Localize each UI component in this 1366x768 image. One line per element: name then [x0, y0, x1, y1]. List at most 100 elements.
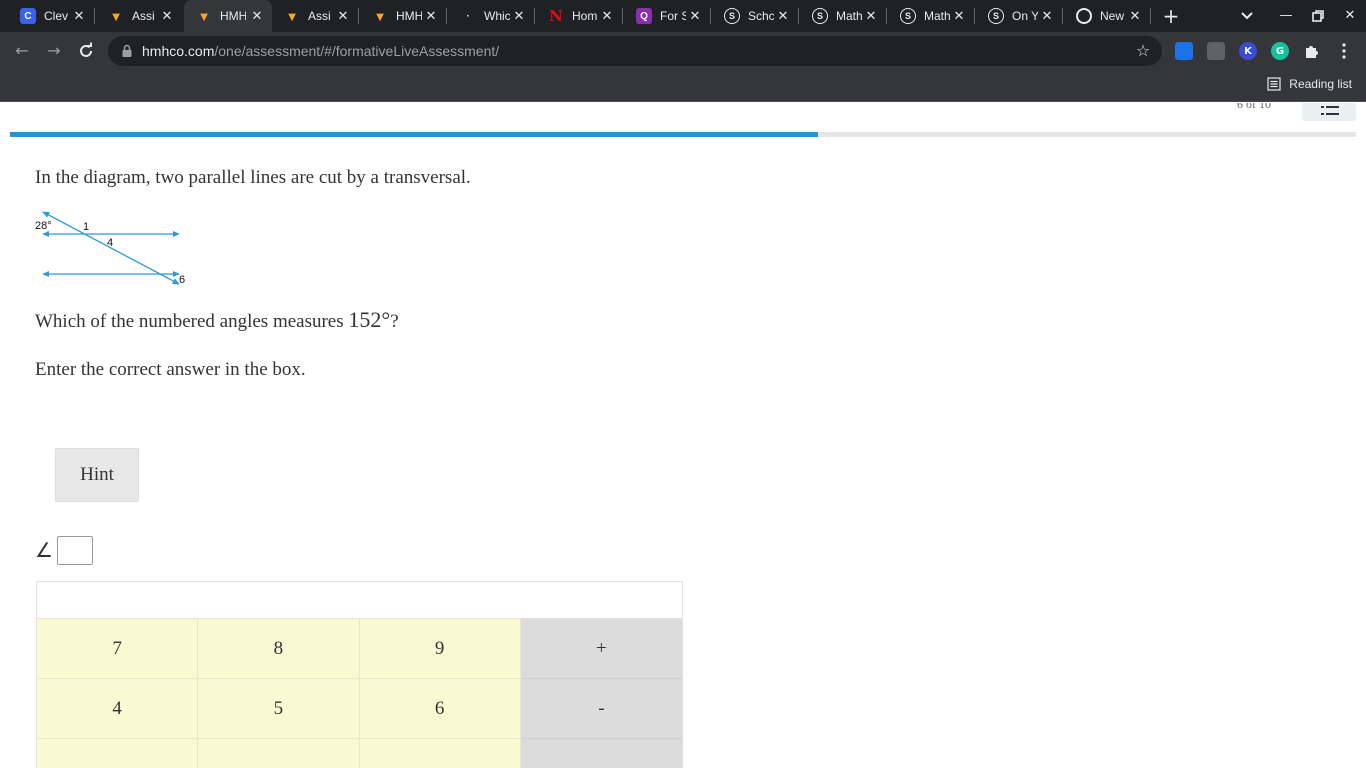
keypad-key[interactable]: 6: [359, 679, 521, 739]
tab-close-icon[interactable]: ✕: [776, 9, 790, 23]
instruction-text: Enter the correct answer in the box.: [35, 359, 306, 380]
hmh-icon: ▼: [285, 8, 299, 24]
reading-list-icon: [1267, 77, 1281, 91]
tab-search-chevron-icon[interactable]: [1238, 8, 1256, 24]
answer-row: ∠: [35, 535, 93, 565]
keypad-key[interactable]: 8: [198, 619, 360, 679]
tab-separator: [1062, 8, 1063, 24]
minimize-window-icon[interactable]: —: [1278, 8, 1294, 24]
printer-extension-icon[interactable]: [1207, 42, 1225, 60]
generic-page-icon: ·: [466, 10, 470, 22]
address-bar[interactable]: hmhco.com/one/assessment/#/formativeLive…: [108, 36, 1162, 66]
tab-title: Whic: [484, 9, 510, 23]
keypad-key[interactable]: 7: [37, 619, 199, 679]
parallel-lines-diagram: 28° 1 4 6: [35, 211, 185, 286]
close-window-icon[interactable]: ✕: [1342, 8, 1358, 24]
hint-button[interactable]: Hint: [55, 448, 139, 502]
angle-symbol: ∠: [35, 538, 53, 562]
tab-title: Assi: [132, 9, 155, 23]
extensions-puzzle-icon[interactable]: [1303, 42, 1321, 60]
bookmark-star-icon[interactable]: ☆: [1134, 42, 1152, 60]
quizlet-icon: Q: [636, 8, 652, 24]
chrome-icon: [1076, 8, 1092, 24]
tab-title: Math: [924, 9, 950, 23]
tab-close-icon[interactable]: ✕: [424, 9, 438, 23]
tab-close-icon[interactable]: ✕: [160, 9, 174, 23]
question-text: Which of the numbered angles measures 15…: [35, 307, 399, 332]
tab-close-icon[interactable]: ✕: [336, 9, 350, 23]
tab-close-icon[interactable]: ✕: [1040, 9, 1054, 23]
tab-close-icon[interactable]: ✕: [1128, 9, 1142, 23]
keypad-key[interactable]: -: [520, 679, 682, 739]
hmh-icon: ▼: [197, 8, 211, 24]
tab-close-icon[interactable]: ✕: [72, 9, 86, 23]
keypad-key[interactable]: +: [520, 619, 682, 679]
keypad-key[interactable]: [37, 739, 199, 768]
assessment-page: 6 of 10 In the diagram, two parallel lin…: [0, 103, 1366, 768]
s-circle-icon: S: [724, 8, 740, 24]
url-text[interactable]: hmhco.com/one/assessment/#/formativeLive…: [142, 43, 499, 59]
keypad-key[interactable]: 4: [37, 679, 199, 739]
back-arrow-icon[interactable]: ←: [12, 41, 32, 61]
grammarly-extension-icon[interactable]: G: [1271, 42, 1289, 60]
question-counter: 6 of 10: [1237, 103, 1271, 111]
tab-close-icon[interactable]: ✕: [600, 9, 614, 23]
tab-title: For S: [660, 9, 686, 23]
keypad-key[interactable]: [198, 739, 360, 768]
s-circle-icon: S: [900, 8, 916, 24]
tab-separator: [710, 8, 711, 24]
reading-list-button[interactable]: Reading list: [1267, 77, 1352, 91]
question-list-icon: [1321, 106, 1339, 115]
tab-close-icon[interactable]: ✕: [864, 9, 878, 23]
k-extension-icon[interactable]: K: [1239, 42, 1257, 60]
browser-tab[interactable]: Q For S ✕: [624, 0, 711, 32]
browser-tab[interactable]: S Math ✕: [800, 0, 887, 32]
tab-close-icon[interactable]: ✕: [688, 9, 702, 23]
browser-tab[interactable]: ▼ Assi ✕: [96, 0, 182, 32]
new-tab-plus-icon[interactable]: +: [1160, 5, 1182, 27]
hmh-icon: ▼: [109, 8, 123, 24]
tab-separator: [358, 8, 359, 24]
reload-icon[interactable]: [76, 41, 96, 61]
numeric-keypad: 7 8 9 +4 5 6-: [36, 581, 683, 768]
question-prompt: In the diagram, two parallel lines are c…: [35, 167, 471, 188]
browser-tab[interactable]: S Math ✕: [888, 0, 975, 32]
tab-title: Assi: [308, 9, 331, 23]
screen-capture-extension-icon[interactable]: [1175, 42, 1193, 60]
answer-input[interactable]: [57, 535, 93, 565]
angle-label-6: 6: [179, 274, 185, 286]
keypad-key[interactable]: 9: [359, 619, 521, 679]
browser-menu-kebab-icon[interactable]: [1335, 42, 1353, 60]
browser-tab[interactable]: ▼ HMH ✕: [360, 0, 447, 32]
tab-separator: [534, 8, 535, 24]
keypad-row: 7 8 9 +: [37, 619, 682, 679]
keypad-key[interactable]: 5: [198, 679, 360, 739]
progress-bar-fill: [10, 132, 818, 137]
forward-arrow-icon[interactable]: →: [44, 41, 64, 61]
browser-tab[interactable]: S Schc ✕: [712, 0, 799, 32]
tab-close-icon[interactable]: ✕: [250, 9, 264, 23]
keypad-key[interactable]: [520, 739, 682, 768]
restore-window-icon[interactable]: [1310, 8, 1326, 24]
keypad-key[interactable]: [359, 739, 521, 768]
browser-tab[interactable]: New ✕: [1064, 0, 1151, 32]
browser-tab[interactable]: S On Y ✕: [976, 0, 1063, 32]
browser-tab[interactable]: · Whic ✕: [448, 0, 535, 32]
tab-close-icon[interactable]: ✕: [512, 9, 526, 23]
keypad-display: [37, 582, 682, 619]
tab-title: HMH: [220, 9, 246, 23]
browser-tab[interactable]: ▼ HMH ✕: [184, 0, 272, 32]
browser-tab[interactable]: ▼ Assi ✕: [272, 0, 359, 32]
tab-title: Schc: [748, 9, 774, 23]
s-circle-icon: S: [988, 8, 1004, 24]
browser-tab[interactable]: C Clev ✕: [8, 0, 95, 32]
tab-title: Clev: [44, 9, 69, 23]
tab-separator: [94, 8, 95, 24]
site-info-lock-icon[interactable]: [120, 44, 134, 58]
browser-tab[interactable]: N Hom ✕: [536, 0, 623, 32]
question-list-button[interactable]: [1302, 103, 1356, 121]
tab-close-icon[interactable]: ✕: [952, 9, 966, 23]
angle-label-given: 28°: [35, 220, 52, 232]
progress-bar: [10, 132, 1356, 137]
tab-title: Math: [836, 9, 862, 23]
